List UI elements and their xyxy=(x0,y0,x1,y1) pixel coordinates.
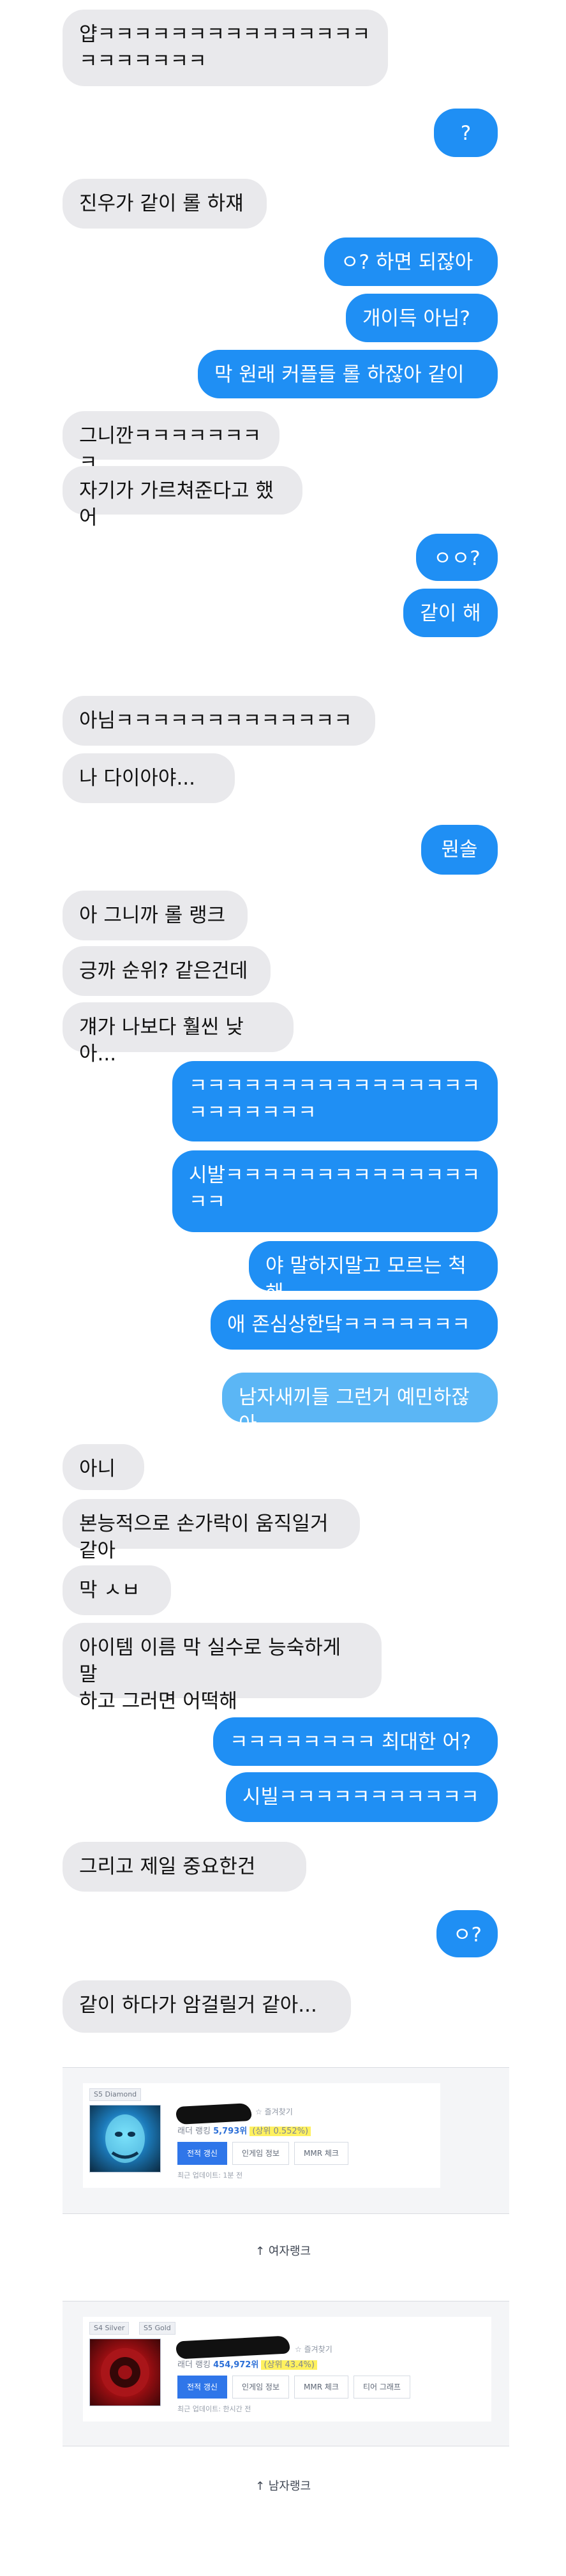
rank-percent: (상위 0.552%) xyxy=(249,2127,311,2136)
message-bubble: 아님ㅋㅋㅋㅋㅋㅋㅋㅋㅋㅋㅋㅋㅋ xyxy=(63,696,375,746)
message-bubble: 아니 xyxy=(63,1444,144,1490)
ladder-rank-line: 래더 랭킹 454,972위 (상위 43.4%) xyxy=(177,2358,317,2370)
rank-action-buttons: 전적 갱신 인게임 정보 MMR 체크 xyxy=(177,2142,348,2165)
message-bubble: 아이템 이름 막 실수로 능숙하게 말 하고 그러면 어떡해 xyxy=(63,1623,382,1713)
last-updated: 최근 업데이트: 1분 전 xyxy=(177,2171,243,2180)
message-bubble: 뭔솔 xyxy=(421,825,498,875)
rank-card-body: S4 Silver S5 Gold 30 ☆ 즐겨찾기 래더 랭킹 454,97… xyxy=(83,2317,491,2422)
female-rank-card: S5 Diamond 30 ☆ 즐겨찾기 래더 랭킹 5,793위 (상위 0.… xyxy=(63,2067,509,2214)
message-bubble: ㅋㅋㅋㅋㅋㅋㅋㅋㅋㅋㅋㅋㅋㅋㅋㅋ ㅋㅋㅋㅋㅋㅋㅋ xyxy=(172,1061,498,1141)
message-bubble: 자기가 가르쳐준다고 했어 xyxy=(63,466,302,529)
rank-percent: (상위 43.4%) xyxy=(261,2360,317,2370)
rank-label: 래더 랭킹 xyxy=(177,2360,211,2370)
message-bubble: ㅇㅇ? xyxy=(416,534,498,581)
redacted-summoner-name xyxy=(175,2335,290,2360)
tier-tag: S5 Diamond xyxy=(89,2088,142,2101)
ladder-rank-line: 래더 랭킹 5,793위 (상위 0.552%) xyxy=(177,2124,311,2136)
message-bubble: 같이 하다가 암걸릴거 같아... xyxy=(63,1980,351,2033)
message-bubble: 시발ㅋㅋㅋㅋㅋㅋㅋㅋㅋㅋㅋㅋㅋㅋ ㅋㅋ xyxy=(172,1150,498,1232)
message-bubble: 애 존심상한닼ㅋㅋㅋㅋㅋㅋㅋ xyxy=(211,1300,498,1350)
message-bubble: 진우가 같이 롤 하쟤 xyxy=(63,179,267,229)
rank-label: 래더 랭킹 xyxy=(177,2127,211,2136)
message-bubble: 걔가 나보다 훨씬 낮아... xyxy=(63,1002,294,1066)
message-bubble: 그리고 제일 중요한건 xyxy=(63,1842,306,1892)
message-bubble: 막 ㅅㅂ xyxy=(63,1565,171,1615)
last-updated: 최근 업데이트: 한시간 전 xyxy=(177,2405,251,2413)
message-bubble: ㅋㅋㅋㅋㅋㅋㅋㅋ 최대한 어? xyxy=(213,1717,498,1766)
message-bubble: 막 원래 커플들 롤 하잖아 같이 xyxy=(198,350,498,398)
favorite-button[interactable]: ☆ 즐겨찾기 xyxy=(295,2344,332,2354)
mmr-check-button[interactable]: MMR 체크 xyxy=(294,2376,348,2399)
mmr-check-button[interactable]: MMR 체크 xyxy=(294,2142,348,2165)
message-bubble: ? xyxy=(434,109,498,157)
rank-number: 5,793위 xyxy=(213,2127,248,2136)
male-rank-caption: ↑ 남자랭크 xyxy=(255,2480,311,2493)
redacted-summoner-name xyxy=(175,2102,252,2125)
avatar-art xyxy=(105,2114,145,2163)
rank-card-body: S5 Diamond 30 ☆ 즐겨찾기 래더 랭킹 5,793위 (상위 0.… xyxy=(83,2083,440,2188)
rank-number: 454,972위 xyxy=(213,2360,259,2370)
message-bubble: 야 말하지말고 모르는 척 해 xyxy=(249,1241,498,1304)
summoner-avatar: 30 xyxy=(89,2339,161,2406)
message-bubble: ㅇ? 하면 되잖아 xyxy=(324,237,498,286)
message-bubble: 같이 해 xyxy=(403,589,498,637)
tier-tag: S5 Gold xyxy=(139,2322,175,2335)
message-bubble: 나 다이아야... xyxy=(63,753,235,803)
female-rank-caption: ↑ 여자랭크 xyxy=(255,2245,311,2258)
chat-thread: 얍ㅋㅋㅋㅋㅋㅋㅋㅋㅋㅋㅋㅋㅋㅋㅋ ㅋㅋㅋㅋㅋㅋㅋ ? 진우가 같이 롤 하쟤 ㅇ… xyxy=(0,0,566,2068)
tier-graph-button[interactable]: 티어 그래프 xyxy=(353,2376,410,2399)
ingame-info-button[interactable]: 인게임 정보 xyxy=(232,2142,289,2165)
message-bubble: 그니깐ㅋㅋㅋㅋㅋㅋㅋㅋ xyxy=(63,411,279,474)
tier-tag: S4 Silver xyxy=(89,2322,130,2335)
refresh-button[interactable]: 전적 갱신 xyxy=(177,2376,227,2399)
message-bubble: ㅇ? xyxy=(436,1910,498,1957)
male-rank-card: S4 Silver S5 Gold 30 ☆ 즐겨찾기 래더 랭킹 454,97… xyxy=(63,2301,509,2446)
message-bubble: 개이득 아님? xyxy=(346,294,498,342)
message-bubble: 시빌ㅋㅋㅋㅋㅋㅋㅋㅋㅋㅋㅋ xyxy=(226,1772,498,1822)
message-bubble: 남자새끼들 그런거 예민하잖아 xyxy=(222,1373,498,1436)
message-bubble: 본능적으로 손가락이 움직일거 같아 xyxy=(63,1499,360,1562)
message-bubble: 얍ㅋㅋㅋㅋㅋㅋㅋㅋㅋㅋㅋㅋㅋㅋㅋ ㅋㅋㅋㅋㅋㅋㅋ xyxy=(63,10,388,86)
rank-action-buttons: 전적 갱신 인게임 정보 MMR 체크 티어 그래프 xyxy=(177,2376,410,2399)
favorite-button[interactable]: ☆ 즐겨찾기 xyxy=(255,2106,293,2117)
summoner-avatar: 30 xyxy=(89,2105,161,2173)
ingame-info-button[interactable]: 인게임 정보 xyxy=(232,2376,289,2399)
avatar-art xyxy=(101,2348,149,2397)
message-bubble: 아 그니까 롤 랭크 xyxy=(63,891,248,940)
message-bubble: 긍까 순위? 같은건데 xyxy=(63,946,271,996)
refresh-button[interactable]: 전적 갱신 xyxy=(177,2142,227,2165)
